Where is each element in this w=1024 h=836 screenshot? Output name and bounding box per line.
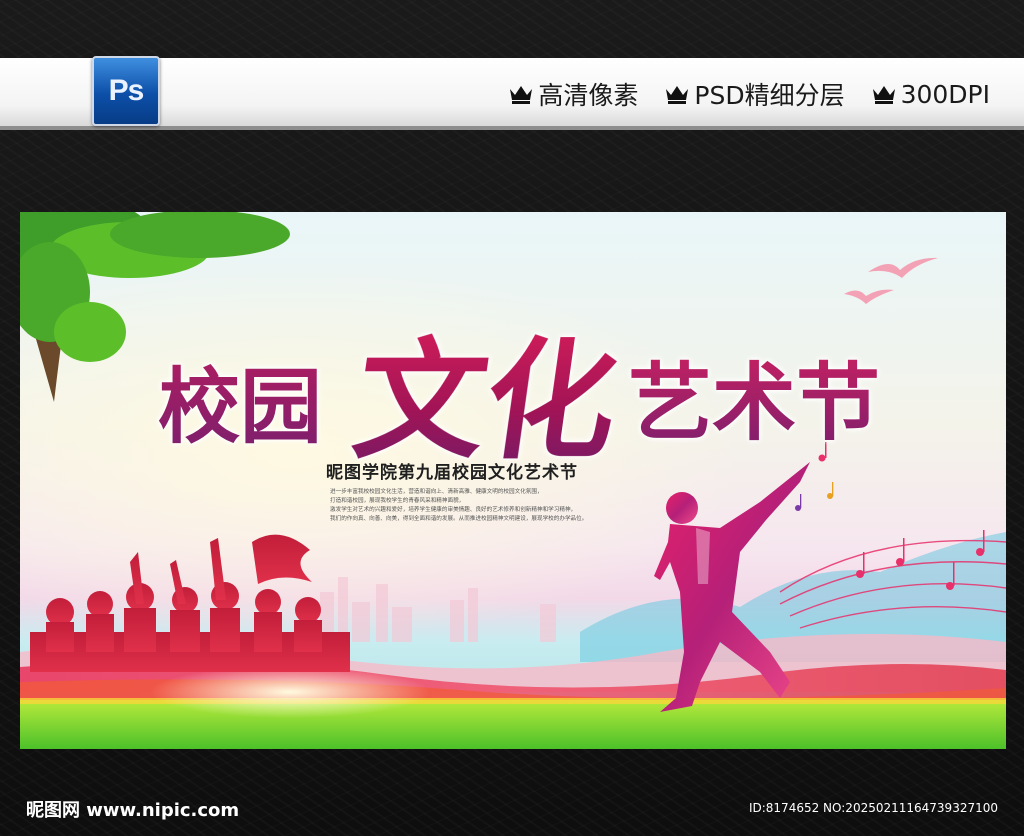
badge-label: 高清像素 (538, 81, 639, 110)
crown-icon (872, 86, 895, 104)
title-campus: 校园 (158, 340, 322, 459)
badge-psd: PSD精细分层 (664, 76, 845, 112)
photoshop-icon: Ps (92, 56, 160, 126)
crowd-silhouette (30, 534, 350, 672)
body-line: 激发学生对艺术的兴趣和爱好，培养学生健康的审美情趣、良好的艺术修养和创新精神和学… (330, 507, 577, 513)
badge-hd: 高清像素 (508, 76, 638, 112)
festival-poster: 校园 文化 艺术节 昵图学院第九届校园文化艺术节 进一步丰富我校校园文化生活，营… (20, 212, 1006, 749)
city-skyline (320, 577, 556, 642)
grass-ground (20, 700, 1006, 749)
crown-icon (510, 86, 533, 104)
body-line: 我们的作向真、向善、向美，得到全面和谐的发展。从而推进校园精神文明建设，展现学校… (330, 516, 588, 522)
badge-label: PSD精细分层 (694, 81, 845, 110)
site-watermark-logo: 昵图网 www.nipic.com (26, 800, 240, 821)
crown-icon (666, 86, 689, 104)
badge-dpi: 300DPI (871, 80, 990, 109)
title-culture: 文化 (345, 296, 631, 484)
body-line: 打造和谐校园，展现我校学生的青春风采和精神面貌， (330, 498, 465, 504)
title-art-festival: 艺术节 (628, 336, 880, 457)
body-line: 进一步丰富我校校园文化生活，营造和谐向上、清新高雅、健康文明的校园文化氛围， (330, 489, 543, 495)
feature-badges: 高清像素 PSD精细分层 300DPI (508, 74, 990, 114)
poster-subtitle: 昵图学院第九届校园文化艺术节 (326, 463, 578, 483)
poster-title: 校园 文化 艺术节 (158, 302, 918, 477)
poster-body-text: 进一步丰富我校校园文化生活，营造和谐向上、清新高雅、健康文明的校园文化氛围， 打… (330, 488, 660, 524)
light-glow (150, 666, 430, 718)
badge-label: 300DPI (900, 79, 990, 109)
image-id-label: ID:8174652 NO:20250211164739327100 (748, 801, 998, 815)
birds (844, 257, 938, 304)
